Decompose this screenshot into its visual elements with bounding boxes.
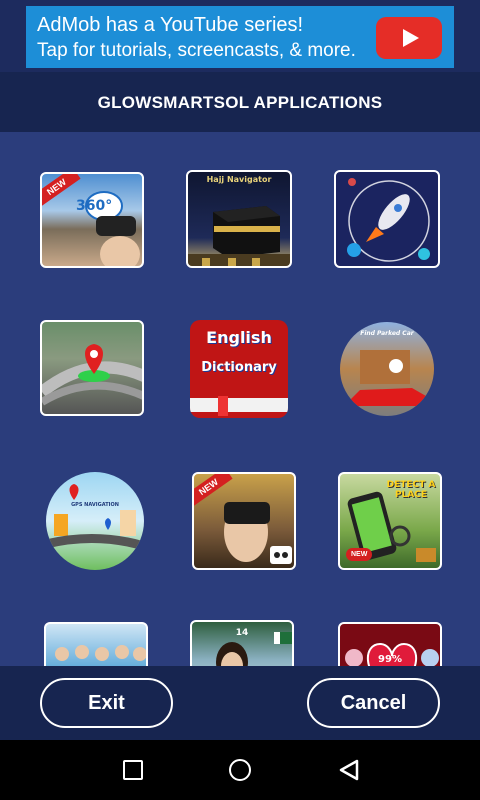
app-tile-detect-a-place[interactable]: DETECT A PLACE NEW: [338, 472, 442, 570]
ad-subtext: Tap for tutorials, screencasts, & more.: [37, 40, 356, 61]
book-pages: [190, 398, 288, 412]
exit-button[interactable]: Exit: [40, 678, 173, 728]
app-tile-love-calculator[interactable]: 99%: [338, 622, 442, 666]
back-icon[interactable]: [338, 759, 360, 781]
app-tile-14-august-frame[interactable]: 14: [190, 620, 294, 666]
car-icon: [350, 350, 426, 406]
app-caption: English: [206, 328, 272, 347]
app-caption: 360°: [76, 198, 113, 214]
system-nav-bar: [0, 740, 480, 800]
gps-icon: [46, 484, 144, 551]
app-tile-route-map[interactable]: [40, 320, 144, 416]
rocket-icon: [347, 178, 430, 262]
vr-goggles-icon: [224, 502, 292, 564]
ad-content[interactable]: AdMob has a YouTube series! Tap for tuto…: [26, 6, 454, 68]
app-tile-photo-frame-group[interactable]: [44, 622, 148, 666]
vr-headset-icon: [85, 191, 140, 266]
ad-banner[interactable]: AdMob has a YouTube series! Tap for tuto…: [0, 0, 480, 72]
page-title: GLOWSMARTSOL APPLICATIONS: [0, 72, 480, 132]
app-tile-find-parked-car[interactable]: Find Parked Car: [340, 322, 434, 416]
recent-apps-icon[interactable]: [123, 760, 143, 780]
ad-headline: AdMob has a YouTube series!: [37, 14, 304, 36]
youtube-play-icon[interactable]: [376, 17, 442, 59]
app-tile-hajj-navigator[interactable]: Hajj Navigator: [186, 170, 292, 268]
app-tile-360-vr[interactable]: NEW 360°: [40, 172, 144, 268]
new-badge: NEW: [346, 548, 373, 561]
kaaba-icon: [188, 206, 290, 266]
app-tile-english-dictionary[interactable]: English Dictionary: [190, 320, 288, 418]
bookmark-icon: [218, 396, 228, 416]
home-icon[interactable]: [229, 759, 251, 781]
cancel-button[interactable]: Cancel: [307, 678, 440, 728]
bottom-action-bar: Exit Cancel: [0, 666, 480, 740]
app-caption: 99%: [378, 654, 402, 665]
portrait-icon: [216, 632, 292, 666]
app-tile-vr-video[interactable]: NEW: [192, 472, 296, 570]
app-tile-gps-navigation[interactable]: GPS NAVIGATION: [46, 472, 144, 570]
app-tile-rocket-cleaner[interactable]: [334, 170, 440, 268]
map-pin-icon: [42, 344, 142, 406]
app-grid[interactable]: NEW 360° Hajj Navigator English Dictiona…: [0, 132, 480, 666]
app-caption: Dictionary: [201, 360, 277, 375]
people-group-icon: [55, 645, 146, 661]
